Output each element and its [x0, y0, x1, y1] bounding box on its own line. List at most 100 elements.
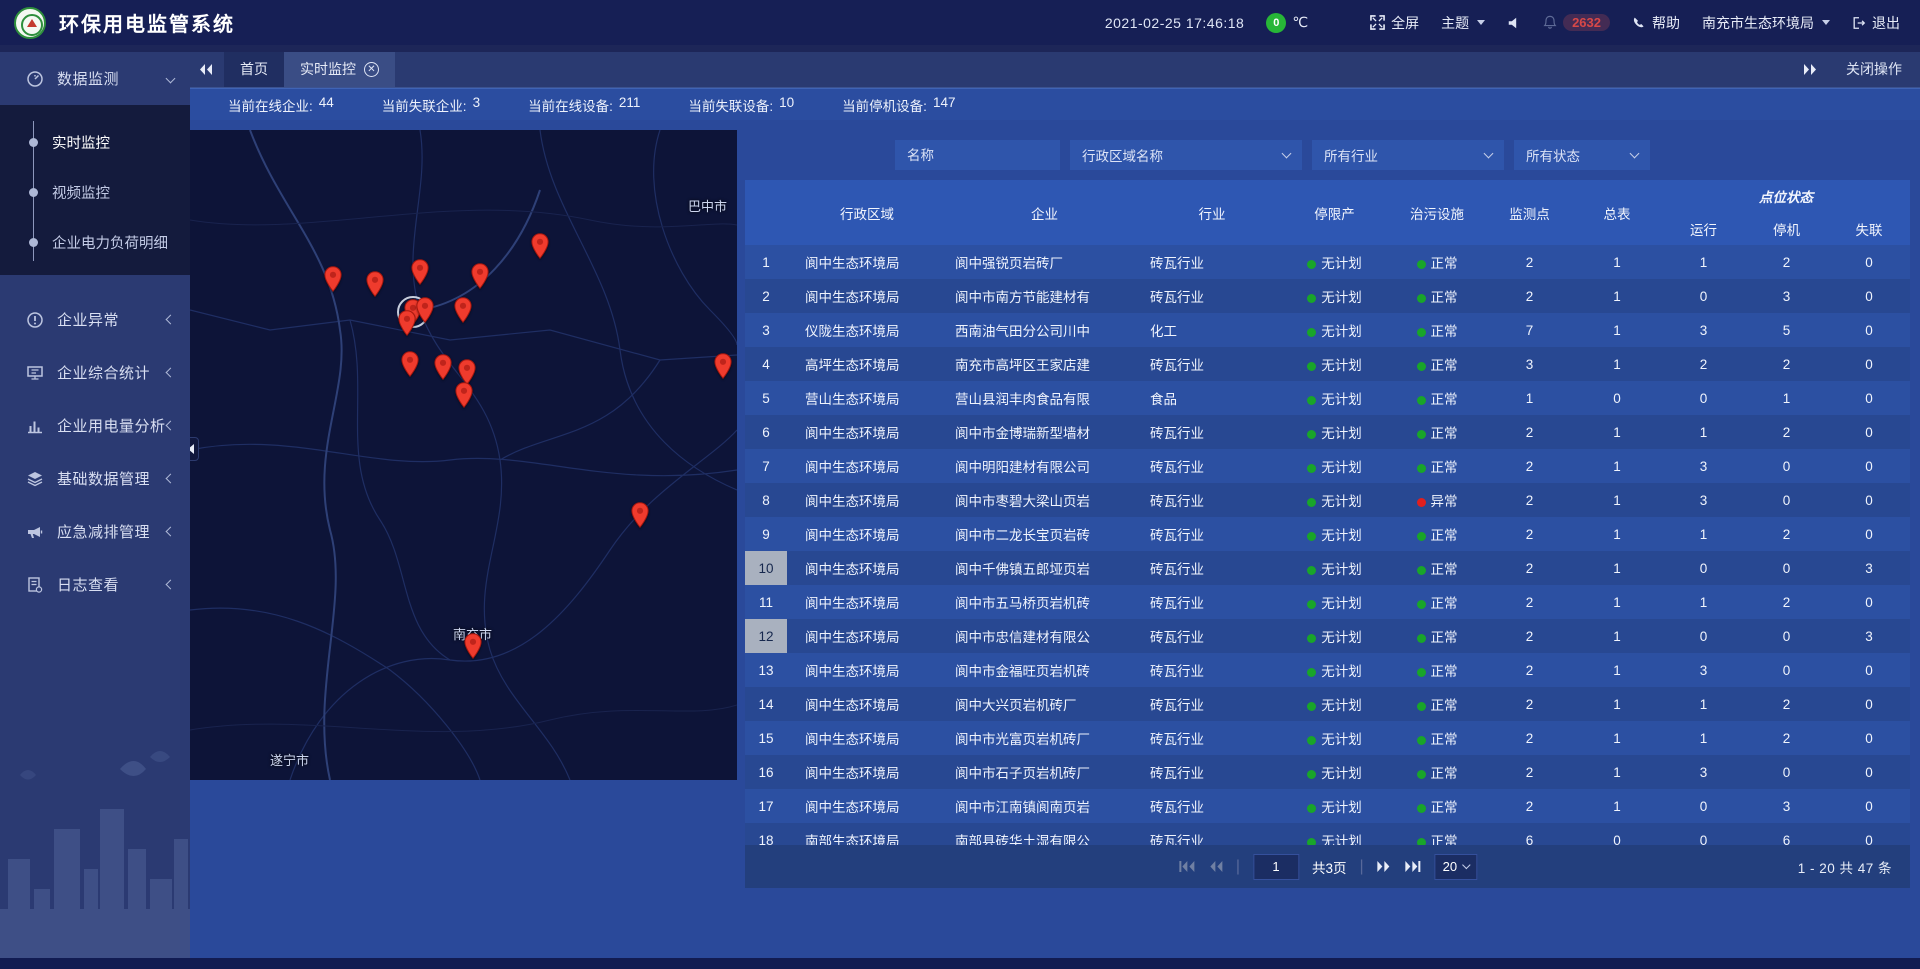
region-select[interactable]: 行政区域名称	[1070, 140, 1302, 170]
last-page-button[interactable]	[1405, 860, 1422, 873]
map-pin-icon[interactable]	[411, 259, 429, 285]
range-info: 1 - 20 共 47 条	[1798, 857, 1910, 877]
table-row[interactable]: 17阆中生态环境局阆中市江南镇阆南页岩砖瓦行业无计划正常21030	[745, 789, 1910, 823]
table-row[interactable]: 4高坪生态环境局南充市高坪区王家店建砖瓦行业无计划正常31220	[745, 347, 1910, 381]
map-pin-icon[interactable]	[471, 263, 489, 289]
voice-toggle-button[interactable]	[1507, 16, 1521, 30]
col-group-point-status: 点位状态	[1662, 180, 1910, 212]
table-row[interactable]: 15阆中生态环境局阆中市光富页岩机砖厂砖瓦行业无计划正常21120	[745, 721, 1910, 755]
cell-stopped: 2	[1745, 687, 1828, 721]
map-pin-icon[interactable]	[631, 502, 649, 528]
close-operations-dropdown[interactable]: 关闭操作	[1846, 59, 1902, 79]
org-dropdown[interactable]: 南充市生态环境局	[1702, 13, 1830, 33]
map-city-label: 巴中市	[688, 196, 727, 215]
cell-index: 13	[745, 653, 787, 687]
table-body: 1阆中生态环境局阆中强锐页岩砖厂砖瓦行业无计划正常211202阆中生态环境局阆中…	[745, 245, 1910, 845]
page-size-select[interactable]: 20	[1435, 854, 1477, 880]
tab-home[interactable]: 首页	[224, 51, 284, 87]
table-row[interactable]: 12阆中生态环境局阆中市忠信建材有限公砖瓦行业无计划正常21003	[745, 619, 1910, 653]
cell-index: 11	[745, 585, 787, 619]
table-row[interactable]: 2阆中生态环境局阆中市南方节能建材有砖瓦行业无计划正常21030	[745, 279, 1910, 313]
status-dot-green	[1417, 804, 1426, 813]
stat-value: 44	[319, 95, 334, 115]
sidebar-group-log-view[interactable]: 日志查看	[0, 558, 190, 611]
app-title: 环保用电监管系统	[59, 8, 235, 37]
map-panel[interactable]: 巴中市南充市遂宁市	[190, 130, 737, 780]
status-dot-green	[1307, 328, 1316, 337]
megaphone-icon	[26, 523, 44, 541]
close-tab-icon[interactable]: ✕	[364, 62, 379, 77]
cell-running: 0	[1662, 789, 1745, 823]
cell-company: 阆中明阳建材有限公司	[947, 449, 1142, 483]
status-select[interactable]: 所有状态	[1514, 140, 1650, 170]
cell-industry: 砖瓦行业	[1142, 517, 1282, 551]
cell-region: 高坪生态环境局	[787, 347, 947, 381]
map-pin-icon[interactable]	[454, 297, 472, 323]
map-pin-icon[interactable]	[401, 351, 419, 377]
table-row[interactable]: 18南部生态环境局南部县砖华土湿有限公砖瓦行业无计划正常60060	[745, 823, 1910, 845]
table-row[interactable]: 3仪陇生态环境局西南油气田分公司川中化工无计划正常71350	[745, 313, 1910, 347]
name-search-input[interactable]	[895, 140, 1060, 170]
map-pin-icon[interactable]	[464, 633, 482, 659]
table-row[interactable]: 16阆中生态环境局阆中市石子页岩机砖厂砖瓦行业无计划正常21300	[745, 755, 1910, 789]
prev-page-button[interactable]	[1208, 860, 1223, 873]
notifications[interactable]: 2632	[1543, 14, 1610, 31]
cell-stopped: 2	[1745, 245, 1828, 279]
sidebar-group-emergency-reduction[interactable]: 应急减排管理	[0, 505, 190, 558]
fullscreen-button[interactable]: 全屏	[1370, 13, 1419, 33]
cell-region: 阆中生态环境局	[787, 653, 947, 687]
footer-strip	[0, 958, 1920, 969]
tabs-scroll-right-button[interactable]	[1794, 51, 1828, 87]
logout-button[interactable]: 退出	[1852, 13, 1900, 33]
tab-realtime-monitoring[interactable]: 实时监控 ✕	[284, 51, 395, 87]
cell-company: 阆中市金福旺页岩机砖	[947, 653, 1142, 687]
table-row[interactable]: 8阆中生态环境局阆中市枣碧大梁山页岩砖瓦行业无计划异常21300	[745, 483, 1910, 517]
map-pin-icon[interactable]	[366, 271, 384, 297]
sidebar-group-basic-data[interactable]: 基础数据管理	[0, 452, 190, 505]
sidebar-group-power-analysis[interactable]: 企业用电量分析	[0, 399, 190, 452]
sidebar-group-data-monitoring[interactable]: 数据监测	[0, 52, 190, 105]
page-number-input[interactable]: 1	[1253, 854, 1299, 880]
map-pin-icon[interactable]	[531, 233, 549, 259]
map-pin-icon[interactable]	[398, 310, 416, 336]
help-button[interactable]: 帮助	[1632, 13, 1680, 33]
cell-stopped: 2	[1745, 415, 1828, 449]
cell-points: 2	[1487, 585, 1572, 619]
cell-meters: 1	[1572, 687, 1662, 721]
stat-value: 10	[779, 95, 794, 115]
map-pin-icon[interactable]	[416, 297, 434, 323]
cell-region: 阆中生态环境局	[787, 789, 947, 823]
cell-points: 2	[1487, 449, 1572, 483]
table-row[interactable]: 14阆中生态环境局阆中大兴页岩机砖厂砖瓦行业无计划正常21120	[745, 687, 1910, 721]
sidebar-item-video-monitoring[interactable]: 视频监控	[0, 167, 190, 217]
stat-label: 当前在线企业:	[228, 95, 313, 115]
sidebar-group-enterprise-abnormal[interactable]: 企业异常	[0, 293, 190, 346]
sidebar-item-power-load-detail[interactable]: 企业电力负荷明细	[0, 217, 190, 267]
table-row[interactable]: 5营山生态环境局营山县润丰肉食品有限食品无计划正常10010	[745, 381, 1910, 415]
map-pin-icon[interactable]	[324, 266, 342, 292]
map-pin-icon[interactable]	[434, 354, 452, 380]
map-pin-icon[interactable]	[714, 353, 732, 379]
table-row[interactable]: 1阆中生态环境局阆中强锐页岩砖厂砖瓦行业无计划正常21120	[745, 245, 1910, 279]
industry-select[interactable]: 所有行业	[1312, 140, 1504, 170]
sidebar-item-realtime-monitoring[interactable]: 实时监控	[0, 117, 190, 167]
table-row[interactable]: 6阆中生态环境局阆中市金博瑞新型墙材砖瓦行业无计划正常21120	[745, 415, 1910, 449]
tabs-scroll-left-button[interactable]	[190, 51, 224, 87]
table-row[interactable]: 9阆中生态环境局阆中市二龙长宝页岩砖砖瓦行业无计划正常21120	[745, 517, 1910, 551]
sidebar-group-enterprise-statistics[interactable]: 企业综合统计	[0, 346, 190, 399]
cell-stopped: 5	[1745, 313, 1828, 347]
map-pin-icon[interactable]	[455, 382, 473, 408]
cell-points: 2	[1487, 755, 1572, 789]
theme-dropdown[interactable]: 主题	[1441, 13, 1485, 33]
next-page-button[interactable]	[1377, 860, 1392, 873]
cell-facility-status: 正常	[1387, 415, 1487, 449]
cell-stopped: 1	[1745, 381, 1828, 415]
col-meter: 总表	[1572, 180, 1662, 245]
status-dot-green	[1417, 770, 1426, 779]
table-row[interactable]: 13阆中生态环境局阆中市金福旺页岩机砖砖瓦行业无计划正常21300	[745, 653, 1910, 687]
table-row[interactable]: 7阆中生态环境局阆中明阳建材有限公司砖瓦行业无计划正常21300	[745, 449, 1910, 483]
table-row[interactable]: 10阆中生态环境局阆中千佛镇五郎垭页岩砖瓦行业无计划正常21003	[745, 551, 1910, 585]
table-row[interactable]: 11阆中生态环境局阆中市五马桥页岩机砖砖瓦行业无计划正常21120	[745, 585, 1910, 619]
first-page-button[interactable]	[1178, 860, 1195, 873]
status-dot-green	[1307, 464, 1316, 473]
